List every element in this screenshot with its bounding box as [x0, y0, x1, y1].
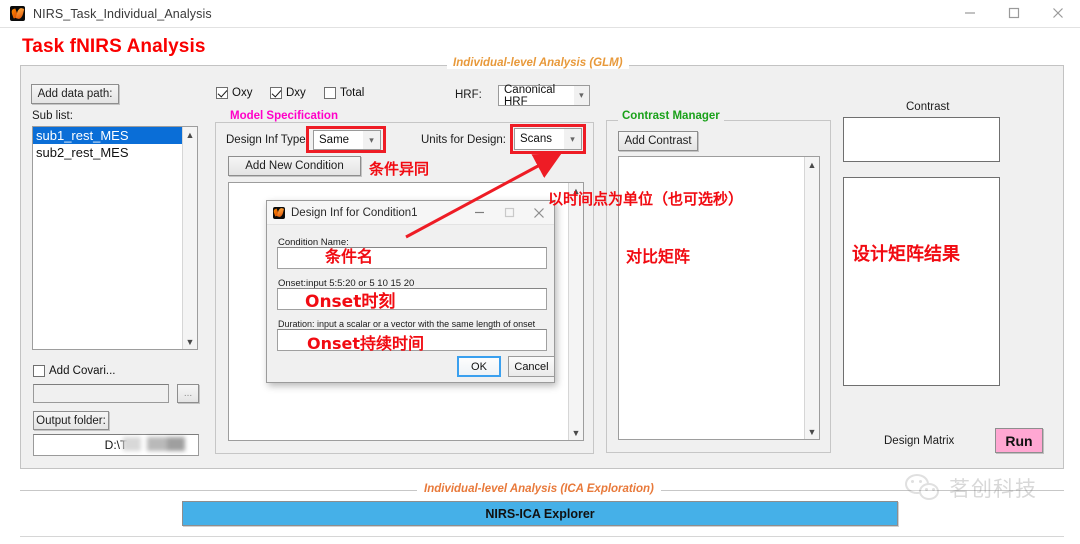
window-titlebar: NIRS_Task_Individual_Analysis	[0, 0, 1080, 28]
condition-name-input[interactable]	[277, 247, 547, 269]
dialog-title: Design Inf for Condition1	[291, 206, 418, 219]
oxy-checkbox[interactable]: Oxy	[216, 87, 252, 99]
output-folder-redaction	[123, 437, 185, 451]
dialog-titlebar: Design Inf for Condition1	[267, 201, 554, 225]
chevron-down-icon[interactable]: ▼	[569, 425, 583, 440]
chevron-down-icon[interactable]: ▾	[573, 86, 589, 105]
annotation-design-matrix-result: 设计矩阵结果	[852, 244, 960, 265]
checkbox-box	[270, 87, 282, 99]
units-for-design-value: Scans	[520, 133, 552, 145]
glm-panel-legend: Individual-level Analysis (GLM)	[447, 57, 629, 69]
list-item[interactable]: sub2_rest_MES	[33, 144, 197, 161]
chevron-down-icon[interactable]: ▼	[805, 424, 819, 439]
matlab-icon	[10, 6, 25, 21]
hrf-value: Canonical HRF	[504, 83, 556, 108]
add-new-condition-button[interactable]: Add New Condition	[228, 156, 361, 176]
chevron-up-icon[interactable]: ▲	[805, 157, 819, 172]
matlab-icon	[273, 206, 285, 219]
annotation-onset-duration: Onset持续时间	[307, 334, 425, 353]
model-specification-legend: Model Specification	[226, 110, 342, 122]
wechat-icon	[905, 472, 943, 504]
chevron-up-icon[interactable]: ▲	[183, 127, 197, 142]
maximize-icon[interactable]	[992, 0, 1036, 27]
sub-list-label: Sub list:	[32, 110, 73, 122]
total-label: Total	[340, 87, 365, 99]
design-inf-type-value: Same	[319, 134, 350, 146]
chevron-down-icon[interactable]: ▼	[183, 334, 197, 349]
annotation-condition-diff: 条件异同	[369, 160, 430, 178]
contrast-list-scrollbar[interactable]: ▲ ▼	[804, 157, 819, 439]
add-contrast-button[interactable]: Add Contrast	[618, 131, 698, 151]
ica-section-legend: Individual-level Analysis (ICA Explorati…	[417, 483, 661, 495]
dialog-window-controls	[464, 201, 554, 224]
design-matrix-display[interactable]	[843, 177, 1000, 386]
output-folder-button[interactable]: Output folder:	[33, 411, 109, 430]
window-title: NIRS_Task_Individual_Analysis	[33, 6, 212, 21]
checkbox-box	[216, 87, 228, 99]
design-inf-type-label: Design Inf Type:	[226, 134, 309, 146]
maximize-icon[interactable]	[494, 201, 524, 224]
list-item[interactable]: sub1_rest_MES	[33, 127, 197, 144]
total-checkbox[interactable]: Total	[324, 87, 364, 99]
chevron-down-icon[interactable]: ▾	[363, 131, 380, 149]
sub-list-scrollbar[interactable]: ▲ ▼	[182, 127, 197, 349]
minimize-icon[interactable]	[464, 201, 494, 224]
contrast-display[interactable]	[843, 117, 1000, 162]
units-for-design-label: Units for Design:	[421, 134, 507, 146]
watermark: 茗创科技	[905, 472, 1037, 504]
run-button[interactable]: Run	[995, 428, 1043, 453]
cancel-button[interactable]: Cancel	[508, 356, 555, 377]
hrf-label: HRF:	[455, 89, 482, 101]
contrast-manager-legend: Contrast Manager	[618, 110, 724, 122]
bottom-divider	[20, 536, 1064, 537]
dxy-label: Dxy	[286, 87, 306, 99]
ok-button[interactable]: OK	[457, 356, 501, 377]
minimize-icon[interactable]	[948, 0, 992, 27]
units-for-design-dropdown[interactable]: Scans ▾	[514, 128, 582, 150]
design-inf-type-dropdown[interactable]: Same ▾	[313, 130, 381, 150]
contrast-label: Contrast	[906, 101, 950, 113]
add-data-path-button[interactable]: Add data path:	[31, 84, 119, 104]
nirs-ica-explorer-button[interactable]: NIRS-ICA Explorer	[182, 501, 898, 526]
add-covariate-checkbox[interactable]: Add Covari...	[33, 365, 115, 377]
chevron-down-icon[interactable]: ▾	[564, 129, 581, 149]
window-controls	[948, 0, 1080, 28]
oxy-label: Oxy	[232, 87, 253, 99]
covariate-input[interactable]	[33, 384, 169, 403]
add-covariate-label: Add Covari...	[49, 365, 116, 377]
duration-label: Duration: input a scalar or a vector wit…	[278, 319, 536, 329]
condition-list-scrollbar[interactable]: ▲ ▼	[568, 183, 583, 440]
covariate-browse-button[interactable]: ...	[177, 384, 199, 403]
checkbox-box	[33, 365, 45, 377]
hrf-dropdown[interactable]: Canonical HRF ▾	[498, 83, 590, 108]
close-icon[interactable]	[1036, 0, 1080, 27]
sub-list[interactable]: sub1_rest_MES sub2_rest_MES ▲ ▼	[32, 126, 198, 350]
annotation-onset-time: Onset时刻	[305, 292, 396, 312]
dxy-checkbox[interactable]: Dxy	[270, 87, 306, 99]
design-matrix-label: Design Matrix	[884, 435, 955, 447]
annotation-units-note: 以时间点为单位（也可选秒）	[548, 190, 744, 208]
checkbox-box	[324, 87, 336, 99]
page-title: Task fNIRS Analysis	[22, 36, 206, 57]
annotation-contrast-matrix: 对比矩阵	[626, 247, 691, 266]
annotation-condition-name: 条件名	[325, 247, 374, 266]
watermark-text: 茗创科技	[949, 477, 1037, 501]
